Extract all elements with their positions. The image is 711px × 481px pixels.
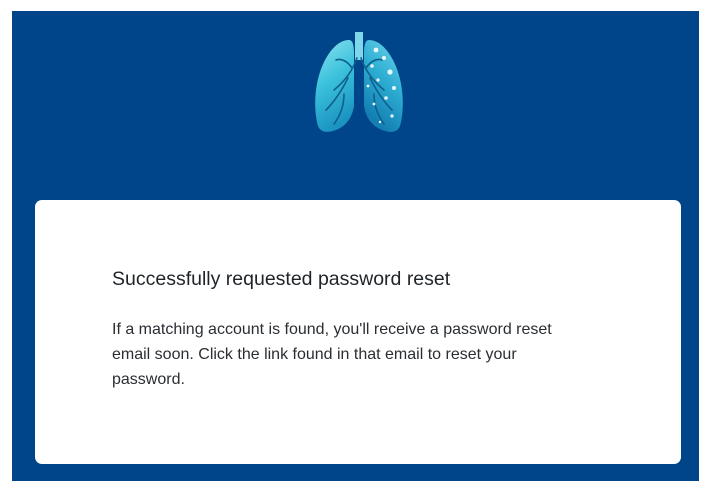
card-title: Successfully requested password reset xyxy=(112,268,451,290)
lungs-logo-icon xyxy=(315,32,403,132)
message-card: Successfully requested password reset If… xyxy=(35,200,681,464)
page: Successfully requested password reset If… xyxy=(12,11,699,481)
card-message: If a matching account is found, you'll r… xyxy=(112,321,552,388)
